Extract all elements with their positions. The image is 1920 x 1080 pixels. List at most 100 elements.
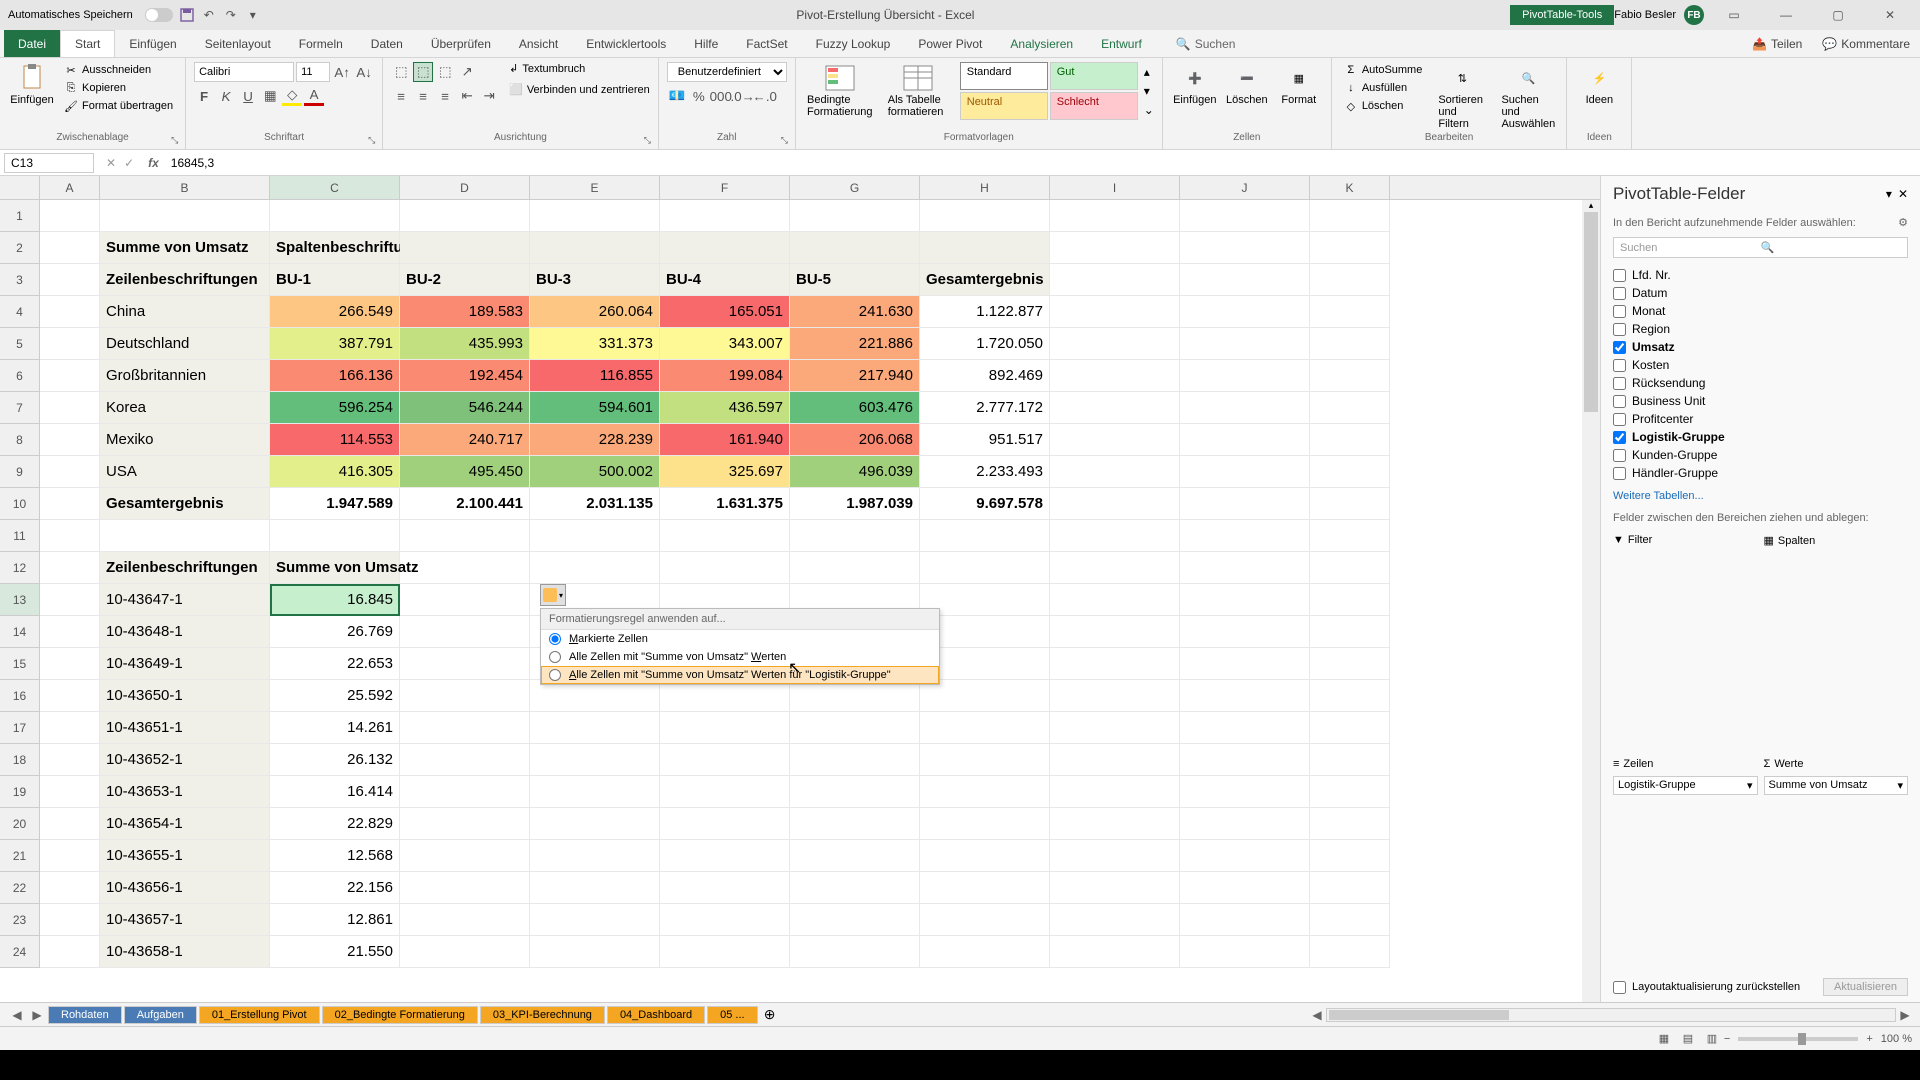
cell[interactable]: [400, 712, 530, 744]
cell[interactable]: [1050, 776, 1180, 808]
cell[interactable]: [530, 936, 660, 968]
row-header[interactable]: 22: [0, 872, 40, 904]
cell[interactable]: [40, 200, 100, 232]
currency-icon[interactable]: 💶: [667, 86, 687, 106]
cell[interactable]: [1310, 264, 1390, 296]
normal-view-icon[interactable]: ▦: [1652, 1029, 1676, 1049]
tab-help[interactable]: Hilfe: [680, 30, 732, 57]
field-item[interactable]: Rücksendung: [1613, 374, 1908, 392]
cell[interactable]: 260.064: [530, 296, 660, 328]
percent-icon[interactable]: %: [689, 86, 709, 106]
cell[interactable]: [40, 456, 100, 488]
cell[interactable]: 21.550: [270, 936, 400, 968]
name-box[interactable]: [4, 153, 94, 173]
field-item[interactable]: Lfd. Nr.: [1613, 266, 1908, 284]
cell[interactable]: [1310, 392, 1390, 424]
cell[interactable]: [1180, 744, 1310, 776]
cell[interactable]: [1180, 392, 1310, 424]
field-item[interactable]: Datum: [1613, 284, 1908, 302]
cell[interactable]: 221.886: [790, 328, 920, 360]
cell[interactable]: [660, 232, 790, 264]
style-gut[interactable]: Gut: [1050, 62, 1138, 90]
cell[interactable]: [790, 744, 920, 776]
decrease-decimal-icon[interactable]: ←.0: [755, 86, 775, 106]
cell[interactable]: [660, 200, 790, 232]
styles-up-icon[interactable]: ▴: [1144, 65, 1154, 79]
row-header[interactable]: 24: [0, 936, 40, 968]
row-header[interactable]: 1: [0, 200, 40, 232]
field-checkbox[interactable]: [1613, 449, 1626, 462]
cell[interactable]: Mexiko: [100, 424, 270, 456]
cell[interactable]: 343.007: [660, 328, 790, 360]
cell[interactable]: [660, 712, 790, 744]
cell[interactable]: 241.630: [790, 296, 920, 328]
cell[interactable]: [1180, 296, 1310, 328]
cell[interactable]: [1180, 200, 1310, 232]
cell[interactable]: 25.592: [270, 680, 400, 712]
bold-button[interactable]: F: [194, 86, 214, 106]
cell[interactable]: [790, 808, 920, 840]
cell[interactable]: [920, 776, 1050, 808]
cell[interactable]: 26.769: [270, 616, 400, 648]
row-header[interactable]: 5: [0, 328, 40, 360]
cell[interactable]: [1050, 904, 1180, 936]
zoom-in-icon[interactable]: +: [1866, 1033, 1872, 1045]
fill-color-button[interactable]: ◇: [282, 86, 302, 106]
cell[interactable]: [1180, 360, 1310, 392]
cell[interactable]: Gesamtergebnis: [920, 264, 1050, 296]
row-header[interactable]: 13: [0, 584, 40, 616]
pane-options-icon[interactable]: ▾: [1886, 187, 1892, 201]
cell[interactable]: [660, 840, 790, 872]
underline-button[interactable]: U: [238, 86, 258, 106]
cell[interactable]: [920, 200, 1050, 232]
more-tables-link[interactable]: Weitere Tabellen...: [1601, 486, 1920, 506]
field-search[interactable]: Suchen🔍: [1613, 237, 1908, 258]
cell[interactable]: [920, 872, 1050, 904]
cell[interactable]: [920, 904, 1050, 936]
zoom-slider[interactable]: [1738, 1037, 1858, 1041]
field-item[interactable]: Händler-Gruppe: [1613, 464, 1908, 482]
style-neutral[interactable]: Neutral: [960, 92, 1048, 120]
cell[interactable]: 10-43656-1: [100, 872, 270, 904]
cell[interactable]: 1.631.375: [660, 488, 790, 520]
cell[interactable]: 12.568: [270, 840, 400, 872]
cell[interactable]: [1050, 680, 1180, 712]
cell[interactable]: 22.653: [270, 648, 400, 680]
cell[interactable]: 10-43652-1: [100, 744, 270, 776]
cell[interactable]: 217.940: [790, 360, 920, 392]
cell[interactable]: [920, 808, 1050, 840]
cell[interactable]: [1050, 648, 1180, 680]
row-header[interactable]: 10: [0, 488, 40, 520]
cell[interactable]: [530, 552, 660, 584]
row-header[interactable]: 3: [0, 264, 40, 296]
cell[interactable]: [530, 232, 660, 264]
accept-formula-icon[interactable]: ✓: [124, 156, 134, 170]
field-item[interactable]: Profitcenter: [1613, 410, 1908, 428]
tab-data[interactable]: Daten: [357, 30, 417, 57]
cell[interactable]: [400, 520, 530, 552]
cell[interactable]: 496.039: [790, 456, 920, 488]
styles-more-icon[interactable]: ⌄: [1144, 103, 1154, 117]
cell[interactable]: [1180, 648, 1310, 680]
cell[interactable]: [790, 936, 920, 968]
row-header[interactable]: 11: [0, 520, 40, 552]
cell[interactable]: 12.861: [270, 904, 400, 936]
tab-view[interactable]: Ansicht: [505, 30, 572, 57]
align-center-icon[interactable]: ≡: [413, 86, 433, 106]
cell[interactable]: 240.717: [400, 424, 530, 456]
row-header[interactable]: 6: [0, 360, 40, 392]
undo-icon[interactable]: ↶: [201, 7, 217, 23]
col-header[interactable]: C: [270, 176, 400, 199]
cell[interactable]: USA: [100, 456, 270, 488]
cell[interactable]: [400, 808, 530, 840]
cell[interactable]: 10-43655-1: [100, 840, 270, 872]
cell[interactable]: [530, 776, 660, 808]
cell[interactable]: 10-43653-1: [100, 776, 270, 808]
cell[interactable]: 892.469: [920, 360, 1050, 392]
cell[interactable]: [1050, 872, 1180, 904]
cell[interactable]: [40, 680, 100, 712]
defer-layout-checkbox[interactable]: [1613, 981, 1626, 994]
delete-cells-button[interactable]: ➖Löschen: [1223, 62, 1271, 108]
cell[interactable]: [40, 584, 100, 616]
cell[interactable]: 10-43651-1: [100, 712, 270, 744]
